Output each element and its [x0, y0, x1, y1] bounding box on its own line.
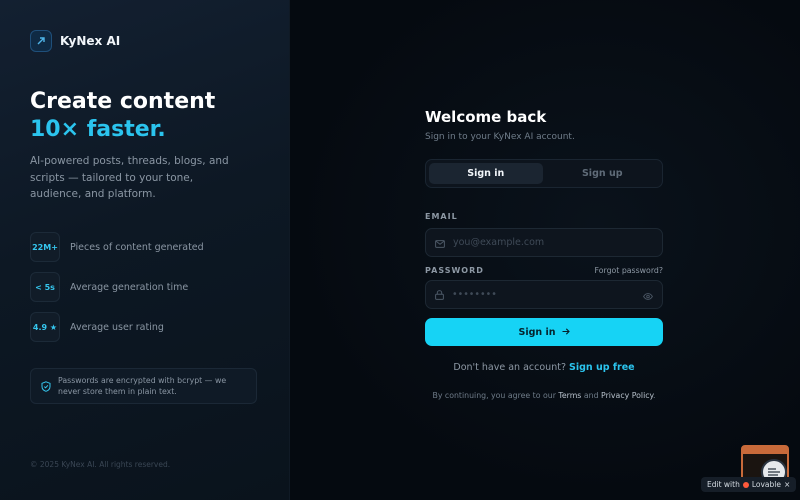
stat-item: 22M+ Pieces of content generated [30, 232, 204, 262]
password-field[interactable] [425, 280, 663, 309]
signin-form: Welcome back Sign in to your KyNex AI ac… [425, 108, 663, 400]
stat-item: < 5s Average generation time [30, 272, 188, 302]
hero-headline-line: Create content [30, 89, 216, 114]
close-icon[interactable]: × [784, 480, 790, 489]
terms-notice: By continuing, you agree to our Terms an… [425, 391, 663, 400]
brand[interactable]: KyNex AI [30, 30, 120, 52]
brand-logo-icon [30, 30, 52, 52]
stat-item: 4.9 ★ Average user rating [30, 312, 164, 342]
sign-in-button-label: Sign in [518, 326, 556, 338]
terms-link[interactable]: Terms [558, 391, 581, 400]
tab-sign-in[interactable]: Sign in [429, 163, 543, 184]
stat-label: Pieces of content generated [70, 241, 204, 253]
form-title: Welcome back [425, 108, 547, 126]
email-field[interactable] [425, 228, 663, 257]
widget-title-bar [743, 447, 787, 454]
stat-badge: 22M+ [30, 232, 60, 262]
email-input[interactable] [453, 237, 653, 248]
sign-up-link[interactable]: Sign up free [569, 362, 635, 373]
eye-icon[interactable] [643, 285, 653, 304]
mail-icon [435, 233, 445, 252]
brand-name: KyNex AI [60, 34, 121, 48]
sign-in-button[interactable]: Sign in [425, 318, 663, 346]
terms-suffix: . [653, 391, 656, 400]
tab-sign-up[interactable]: Sign up [546, 163, 660, 184]
edit-badge-brand: Lovable [751, 480, 781, 489]
password-label: PASSWORD [425, 266, 484, 275]
edit-with-lovable-badge[interactable]: Edit with Lovable × [701, 477, 797, 492]
security-note: Passwords are encrypted with bcrypt — we… [30, 368, 257, 404]
arrow-right-icon [562, 327, 570, 338]
edit-badge-prefix: Edit with [707, 480, 740, 489]
auth-tabs: Sign in Sign up [425, 159, 663, 188]
terms-and: and [583, 391, 599, 400]
stat-badge: < 5s [30, 272, 60, 302]
stat-badge: 4.9 ★ [30, 312, 60, 342]
security-note-text: Passwords are encrypted with bcrypt — we… [58, 376, 227, 396]
stat-label: Average user rating [70, 321, 164, 333]
email-label: EMAIL [425, 212, 458, 221]
hero-headline: Create content 10× faster. [30, 88, 215, 144]
form-subtitle: Sign in to your KyNex AI account. [425, 132, 575, 142]
forgot-password-link[interactable]: Forgot password? [595, 266, 663, 275]
hero-panel: KyNex AI Create content 10× faster. AI-p… [0, 0, 290, 500]
terms-prefix: By continuing, you agree to our [432, 391, 556, 400]
privacy-policy-link[interactable]: Privacy Policy [601, 391, 653, 400]
signup-prompt: Don't have an account? Sign up free [425, 362, 663, 373]
lock-icon [435, 285, 444, 304]
no-account-text: Don't have an account? [453, 362, 566, 373]
hero-headline-accent: 10× faster. [30, 117, 166, 142]
copyright: © 2025 KyNex AI. All rights reserved. [30, 460, 171, 469]
password-input[interactable] [452, 289, 635, 300]
stat-label: Average generation time [70, 281, 189, 293]
hero-subcopy: AI-powered posts, threads, blogs, and sc… [30, 155, 229, 200]
shield-icon [41, 377, 51, 396]
lovable-heart-icon [742, 481, 749, 488]
